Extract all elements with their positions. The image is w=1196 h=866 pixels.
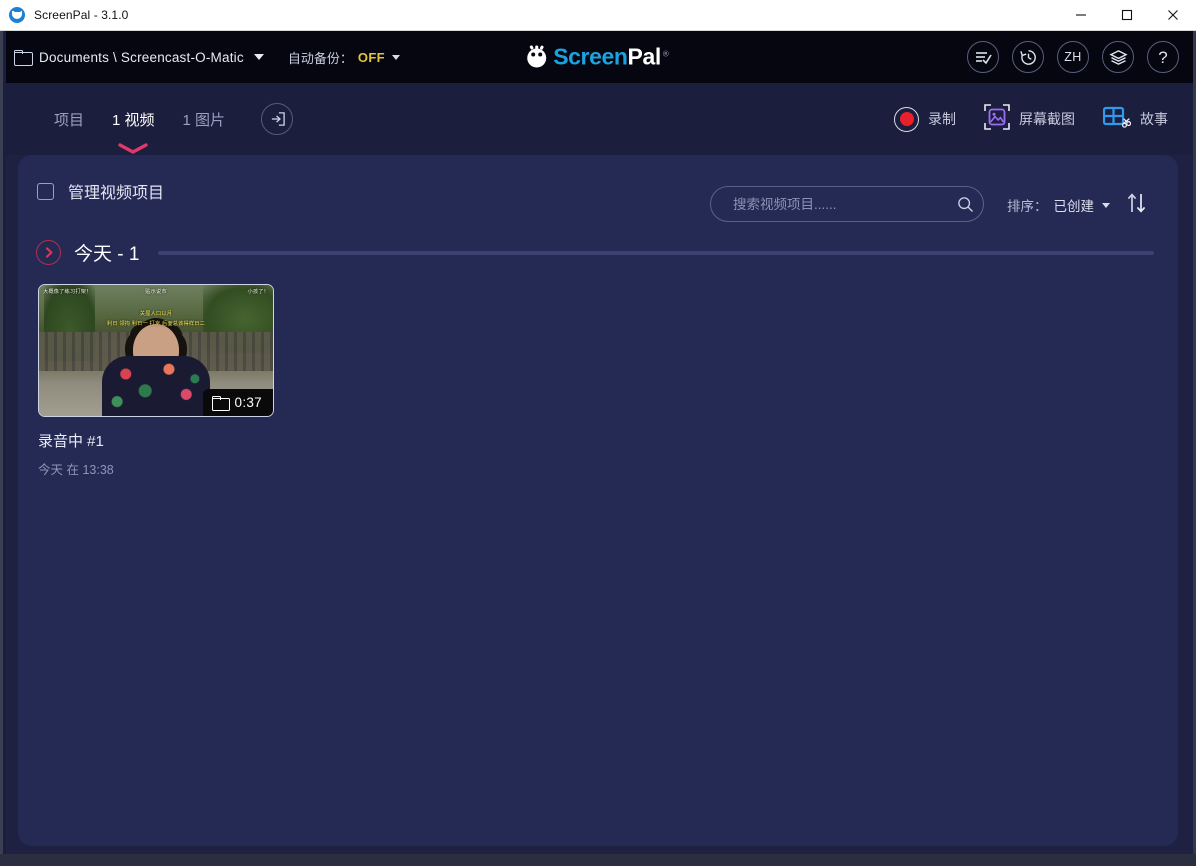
brand-text-pal: Pal [627,43,662,70]
group-title: 今天 - 1 [74,244,140,265]
folder-path-dropdown[interactable]: Documents \ Screencast-O-Matic [14,49,264,66]
title-bar: ScreenPal - 3.1.0 [0,0,1196,31]
screenpal-logo: ScreenPal ® [527,44,669,71]
folder-path-label: Documents \ Screencast-O-Matic [39,49,244,65]
video-card[interactable]: 大概像了练习打架！ 贴示说市 小孩了！ 关屋人口以月 利日 领拘 利日一 打京 … [38,284,274,478]
tab-images-label: 1 图片 [182,111,226,129]
chevron-down-icon [1102,202,1110,208]
folder-icon [14,50,33,66]
record-label: 录制 [928,111,956,127]
folder-icon [211,396,230,411]
tab-videos-label: 1 视频 [112,111,155,129]
search-box[interactable] [710,186,984,222]
sort-label: 排序： [1007,199,1048,214]
sort-updown-icon[interactable] [1124,189,1150,217]
thumbnail-caption-a: 大概像了练习打架！ [43,289,92,295]
history-clock-icon[interactable] [1012,41,1044,73]
story-grid-scissors-icon [1102,105,1132,134]
content-panel: 管理视频项目 排序： 已创建 [18,155,1178,846]
close-button[interactable] [1150,0,1196,31]
sort-value: 已创建 [1053,199,1095,214]
brand-registered-mark: ® [662,49,669,59]
thumbnail-person-body [102,355,210,416]
thumbnail-caption-c: 小孩了！ [247,289,269,295]
record-button[interactable]: 录制 [894,106,956,132]
brand-text-screen: Screen [553,43,628,70]
chevron-right-icon[interactable] [36,240,61,265]
sort-dropdown[interactable]: 排序： 已创建 [1007,195,1110,215]
screenpal-mark-icon [527,45,548,68]
language-label: ZH [1064,50,1082,64]
screenshot-icon [984,103,1010,135]
list-check-icon[interactable] [967,41,999,73]
screenpal-window: ScreenPal - 3.1.0 Documents \ Screencast… [0,0,1196,866]
maximize-button[interactable] [1104,0,1150,31]
window-title: ScreenPal - 3.1.0 [34,8,129,22]
tab-list: 项目 1 视频 1 图片 [40,103,294,154]
active-tab-indicator [118,141,148,154]
panel-header: 管理视频项目 排序： 已创建 [18,155,1178,227]
minimize-button[interactable] [1058,0,1104,31]
record-icon [894,106,919,132]
chevron-down-icon [392,54,401,60]
thumbnail-caption-d: 关屋人口以月 [139,311,173,317]
help-icon[interactable]: ? [1147,41,1179,73]
thumbnail-caption-b: 贴示说市 [145,289,167,295]
video-title: 录音中 #1 [38,433,104,450]
group-divider [158,250,1154,255]
auto-backup-label: 自动备份： [287,50,353,66]
brand-wordmark: ScreenPal [553,44,661,71]
group-header: 今天 - 1 [36,239,1178,266]
app-toolbar: Documents \ Screencast-O-Matic 自动备份： OFF… [0,31,1196,83]
auto-backup-value: OFF [357,49,386,65]
story-button[interactable]: 故事 [1102,105,1168,134]
help-label: ? [1158,47,1168,67]
taskbar-strip [0,854,1196,866]
screenshot-label: 屏幕截图 [1019,111,1075,127]
action-buttons: 录制 屏幕截图 故事 [894,103,1168,135]
window-left-border-inner [3,31,6,866]
search-icon[interactable] [947,196,983,213]
tab-images[interactable]: 1 图片 [169,105,240,134]
thumbnail-caption-e: 利日 领拘 利日一 打京 后面总该得样日二 [106,321,206,327]
story-label: 故事 [1140,111,1168,127]
duration-label: 0:37 [234,395,262,410]
import-icon[interactable] [261,103,294,135]
video-thumbnail[interactable]: 大概像了练习打架！ 贴示说市 小孩了！ 关屋人口以月 利日 领拘 利日一 打京 … [38,284,274,417]
manage-label: 管理视频项目 [68,185,165,202]
layers-icon[interactable] [1102,41,1134,73]
video-timestamp: 今天 在 13:38 [38,463,114,477]
chevron-down-icon [253,54,264,60]
manage-video-projects-toggle[interactable]: 管理视频项目 [37,179,164,203]
language-icon[interactable]: ZH [1057,41,1089,73]
screenshot-button[interactable]: 屏幕截图 [984,103,1075,135]
toolbar-icon-group: ZH ? [967,41,1179,73]
select-all-checkbox[interactable] [37,182,54,200]
auto-backup-dropdown[interactable]: 自动备份： OFF [287,48,401,67]
tab-projects-label: 项目 [54,111,85,129]
video-grid: 大概像了练习打架！ 贴示说市 小孩了！ 关屋人口以月 利日 领拘 利日一 打京 … [38,284,1178,478]
app-icon [9,7,25,23]
tab-projects[interactable]: 项目 [40,105,98,134]
tab-videos[interactable]: 1 视频 [98,105,169,154]
search-input[interactable] [733,196,947,212]
window-controls [1058,0,1196,31]
tabs-row: 项目 1 视频 1 图片 录制 屏幕截图 故事 [0,83,1196,155]
duration-badge: 0:37 [202,389,273,416]
